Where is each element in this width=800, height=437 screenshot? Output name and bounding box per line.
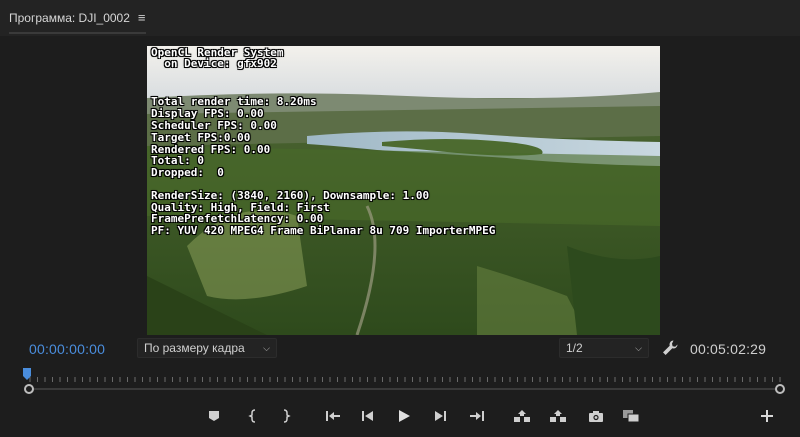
program-monitor-tab[interactable]: Программа: DJI_0002 ≡ xyxy=(9,10,146,34)
comparison-view-button[interactable] xyxy=(621,406,641,426)
go-to-out-button[interactable] xyxy=(467,406,487,426)
mark-in-icon xyxy=(248,409,256,423)
overlay-line: Display FPS: 0.00 xyxy=(151,107,264,120)
overlay-line: Scheduler FPS: 0.00 xyxy=(151,119,277,132)
go-to-in-icon xyxy=(326,411,340,421)
playhead-icon[interactable] xyxy=(23,368,31,380)
overlay-line: Total: 0 xyxy=(151,154,204,167)
playback-resolution-dropdown[interactable]: 1/2 ⌵ xyxy=(559,338,649,358)
time-ruler[interactable] xyxy=(20,368,790,396)
render-stats-overlay: OpenCL Render System on Device: gfx902 T… xyxy=(147,46,660,335)
zoom-handle-left[interactable] xyxy=(24,384,34,394)
zoom-fit-dropdown[interactable]: По размеру кадра ⌵ xyxy=(137,338,277,358)
overlay-line: on Device: gfx902 xyxy=(151,57,277,70)
go-to-in-button[interactable] xyxy=(323,406,343,426)
overlay-line: PF: YUV 420 MPEG4 Frame BiPlanar 8u 709 … xyxy=(151,224,496,237)
panel-header: Программа: DJI_0002 ≡ xyxy=(0,0,800,36)
overlay-line: RenderSize: (3840, 2160), Downsample: 1.… xyxy=(151,189,430,202)
play-icon xyxy=(399,410,410,422)
mark-out-icon xyxy=(283,409,291,423)
zoom-scrollbar-track[interactable] xyxy=(30,388,780,390)
resolution-value: 1/2 xyxy=(566,341,583,355)
chevron-down-icon: ⌵ xyxy=(635,342,642,353)
monitor-controls-bar: 00:00:00:00 По размеру кадра ⌵ 1/2 ⌵ 00:… xyxy=(0,336,800,360)
step-back-icon xyxy=(362,411,373,421)
add-marker-button[interactable] xyxy=(204,406,224,426)
overlay-line: FramePrefetchLatency: 0.00 xyxy=(151,212,324,225)
lift-button[interactable] xyxy=(512,406,532,426)
wrench-settings-icon[interactable] xyxy=(661,339,679,357)
export-frame-button[interactable] xyxy=(586,406,606,426)
button-editor-add-button[interactable] xyxy=(757,406,777,426)
zoom-handle-right[interactable] xyxy=(775,384,785,394)
overlay-line: Target FPS:0.00 xyxy=(151,131,251,144)
transport-controls xyxy=(0,402,800,430)
mark-in-button[interactable] xyxy=(243,406,263,426)
extract-button[interactable] xyxy=(548,406,568,426)
add-marker-icon xyxy=(209,411,219,421)
step-back-button[interactable] xyxy=(358,406,378,426)
chevron-down-icon: ⌵ xyxy=(263,342,270,353)
hamburger-menu-icon[interactable]: ≡ xyxy=(138,10,146,25)
panel-title: Программа: DJI_0002 xyxy=(9,10,130,25)
duration-timecode: 00:05:02:29 xyxy=(690,341,767,357)
current-timecode[interactable]: 00:00:00:00 xyxy=(29,341,105,357)
overlay-line: Dropped: 0 xyxy=(151,166,224,179)
ruler-ticks xyxy=(29,377,781,382)
zoom-fit-value: По размеру кадра xyxy=(144,341,245,355)
overlay-line: Total render time: 8.20ms xyxy=(151,95,317,108)
step-forward-button[interactable] xyxy=(430,406,450,426)
video-frame[interactable]: OpenCL Render System on Device: gfx902 T… xyxy=(147,46,660,335)
plus-icon xyxy=(761,410,773,422)
extract-icon xyxy=(550,410,566,422)
lift-icon xyxy=(514,410,530,422)
comparison-view-icon xyxy=(623,410,640,423)
camera-icon xyxy=(589,410,603,422)
tab-underline xyxy=(9,32,146,34)
go-to-out-icon xyxy=(470,411,484,421)
mark-out-button[interactable] xyxy=(276,406,296,426)
play-button[interactable] xyxy=(394,406,414,426)
step-forward-icon xyxy=(435,411,446,421)
program-monitor-viewer: OpenCL Render System on Device: gfx902 T… xyxy=(0,36,800,336)
